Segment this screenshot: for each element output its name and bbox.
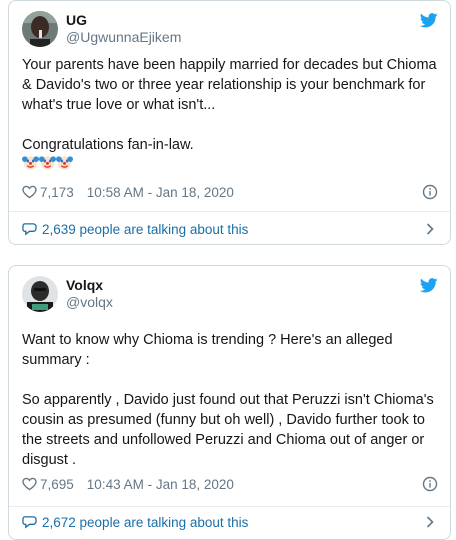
info-icon[interactable] <box>422 184 438 200</box>
talking-about-link[interactable]: 2,672 people are talking about this <box>22 512 442 532</box>
emoji-row <box>22 153 73 171</box>
talking-about-link[interactable]: 2,639 people are talking about this <box>22 219 442 239</box>
tweet-meta: 7,695 10:43 AM - Jan 18, 2020 <box>22 474 442 494</box>
twitter-bird-icon[interactable] <box>420 278 438 293</box>
heart-icon[interactable] <box>22 477 37 491</box>
info-icon[interactable] <box>422 476 438 492</box>
tweet-author[interactable]: Volqx @volqx <box>66 277 113 311</box>
user-handle[interactable]: @volqx <box>66 294 113 311</box>
timestamp[interactable]: 10:43 AM - Jan 18, 2020 <box>87 477 234 492</box>
tweet-card[interactable]: Volqx @volqx Want to know why Chioma is … <box>8 265 451 540</box>
chevron-right-icon[interactable] <box>426 223 434 235</box>
user-handle[interactable]: @UgwunnaEjikem <box>66 29 181 46</box>
heart-icon[interactable] <box>22 185 37 199</box>
twitter-bird-icon[interactable] <box>420 13 438 28</box>
clown-face-emoji <box>22 156 39 170</box>
tweet-header: Volqx @volqx <box>22 276 442 312</box>
timestamp[interactable]: 10:58 AM - Jan 18, 2020 <box>87 185 234 200</box>
talking-about-text[interactable]: 2,672 people are talking about this <box>42 515 248 530</box>
divider <box>9 211 450 212</box>
divider <box>9 506 450 507</box>
display-name[interactable]: Volqx <box>66 277 113 294</box>
like-count[interactable]: 7,173 <box>40 185 74 200</box>
display-name[interactable]: UG <box>66 12 181 29</box>
tweet-meta: 7,173 10:58 AM - Jan 18, 2020 <box>22 182 442 202</box>
tweet-author[interactable]: UG @UgwunnaEjikem <box>66 12 181 46</box>
talking-about-text[interactable]: 2,639 people are talking about this <box>42 222 248 237</box>
tweet-header: UG @UgwunnaEjikem <box>22 11 442 47</box>
tweet-card[interactable]: UG @UgwunnaEjikem Your parents have been… <box>8 0 451 245</box>
tweet-text: Your parents have been happily married f… <box>22 57 437 153</box>
comment-icon <box>22 223 37 236</box>
chevron-right-icon[interactable] <box>426 516 434 528</box>
clown-face-emoji <box>56 156 73 170</box>
comment-icon <box>22 516 37 529</box>
clown-face-emoji <box>39 156 56 170</box>
like-count[interactable]: 7,695 <box>40 477 74 492</box>
avatar[interactable] <box>22 11 58 47</box>
tweet-text: Want to know why Chioma is trending ? He… <box>22 332 434 468</box>
avatar[interactable] <box>22 276 58 312</box>
